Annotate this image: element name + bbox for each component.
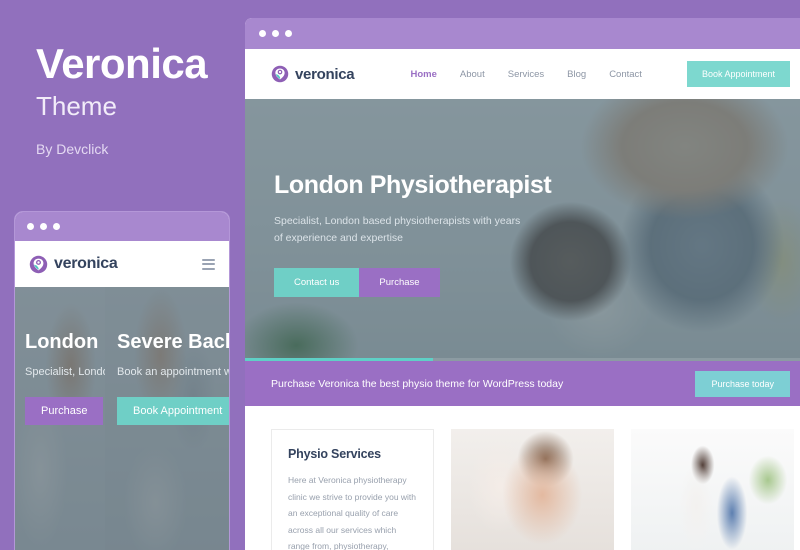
- desktop-logo-text: veronica: [295, 65, 355, 83]
- service-card-text: Here at Veronica physiotherapy clinic we…: [288, 475, 417, 550]
- hero-section: London Physiotherapist Specialist, Londo…: [245, 99, 800, 361]
- service-photo: [631, 429, 794, 550]
- service-card-title: Physio Services: [288, 447, 381, 461]
- mobile-slide-button[interactable]: Purchase: [25, 396, 104, 425]
- screenshot-stage: Veronica Theme By Devclick veronica Lond…: [0, 0, 800, 550]
- promo-block: Veronica Theme By Devclick: [36, 40, 236, 157]
- hero-heading: London Physiotherapist: [274, 171, 552, 199]
- window-dot-minimize-icon[interactable]: [40, 223, 47, 230]
- nav-item-contact[interactable]: Contact: [609, 69, 642, 80]
- desktop-title-bar: [245, 18, 800, 49]
- mobile-slide-heading: London Physiotherapist: [25, 331, 105, 353]
- contact-us-button[interactable]: Contact us: [274, 267, 360, 297]
- nav-item-services[interactable]: Services: [508, 69, 544, 80]
- window-dot-minimize-icon[interactable]: [272, 30, 279, 37]
- mobile-carousel-slide[interactable]: Severe Back Pain? Book an appointment wi…: [105, 287, 229, 550]
- mobile-slide-paragraph: Book an appointment with our expert phys…: [117, 366, 229, 378]
- mobile-logo-text: veronica: [54, 255, 118, 272]
- mobile-logo[interactable]: veronica: [29, 255, 118, 274]
- promo-author: By Devclick: [36, 140, 109, 157]
- window-dot-maximize-icon[interactable]: [285, 30, 292, 37]
- hero-button-group: Contact us Purchase: [274, 267, 551, 297]
- promo-subtitle: Theme: [36, 91, 117, 122]
- purchase-today-button[interactable]: Purchase today: [695, 370, 790, 397]
- window-dot-close-icon[interactable]: [27, 223, 34, 230]
- mobile-slide-paragraph: Specialist, London based physiotherapist…: [25, 366, 105, 378]
- desktop-mockup: veronica Home About Services Blog Contac…: [245, 18, 800, 550]
- mobile-slide-button[interactable]: Book Appointment: [117, 396, 229, 425]
- book-appointment-button[interactable]: Book Appointment: [686, 61, 790, 87]
- purchase-button[interactable]: Purchase: [359, 267, 440, 297]
- service-photo: [451, 429, 614, 550]
- veronica-drop-logo-icon: [29, 255, 48, 273]
- mobile-mockup: veronica London Physiotherapist Speciali…: [14, 211, 230, 550]
- hero-content: London Physiotherapist Specialist, Londo…: [274, 171, 552, 297]
- mobile-slide-heading: Severe Back Pain?: [117, 331, 229, 353]
- service-card[interactable]: Physio Services Here at Veronica physiot…: [271, 429, 434, 550]
- nav-item-blog[interactable]: Blog: [567, 69, 586, 80]
- mobile-navbar: veronica: [15, 241, 229, 287]
- service-photo-card[interactable]: [631, 429, 794, 550]
- window-dot-maximize-icon[interactable]: [53, 223, 60, 230]
- cta-text: Purchase Veronica the best physio theme …: [271, 377, 564, 390]
- cta-band: Purchase Veronica the best physio theme …: [245, 361, 800, 406]
- nav-item-home[interactable]: Home: [411, 69, 437, 80]
- mobile-hero-carousel[interactable]: London Physiotherapist Specialist, Londo…: [15, 287, 229, 550]
- desktop-navbar: veronica Home About Services Blog Contac…: [245, 49, 800, 99]
- mobile-carousel-slide[interactable]: London Physiotherapist Specialist, Londo…: [15, 287, 105, 550]
- window-dot-close-icon[interactable]: [259, 30, 266, 37]
- primary-navigation: Home About Services Blog Contact Book Ap…: [411, 61, 790, 87]
- services-section: Physio Services Here at Veronica physiot…: [245, 406, 800, 550]
- veronica-drop-logo-icon: [271, 65, 289, 83]
- promo-title: Veronica: [36, 40, 208, 87]
- hero-paragraph: Specialist, London based physiotherapist…: [274, 215, 521, 245]
- nav-item-about[interactable]: About: [460, 69, 485, 80]
- hamburger-menu-icon[interactable]: [202, 258, 215, 270]
- mobile-title-bar: [15, 212, 229, 241]
- service-photo-card[interactable]: [451, 429, 614, 550]
- desktop-logo[interactable]: veronica: [271, 65, 355, 83]
- hero-carousel-progress[interactable]: [245, 358, 800, 361]
